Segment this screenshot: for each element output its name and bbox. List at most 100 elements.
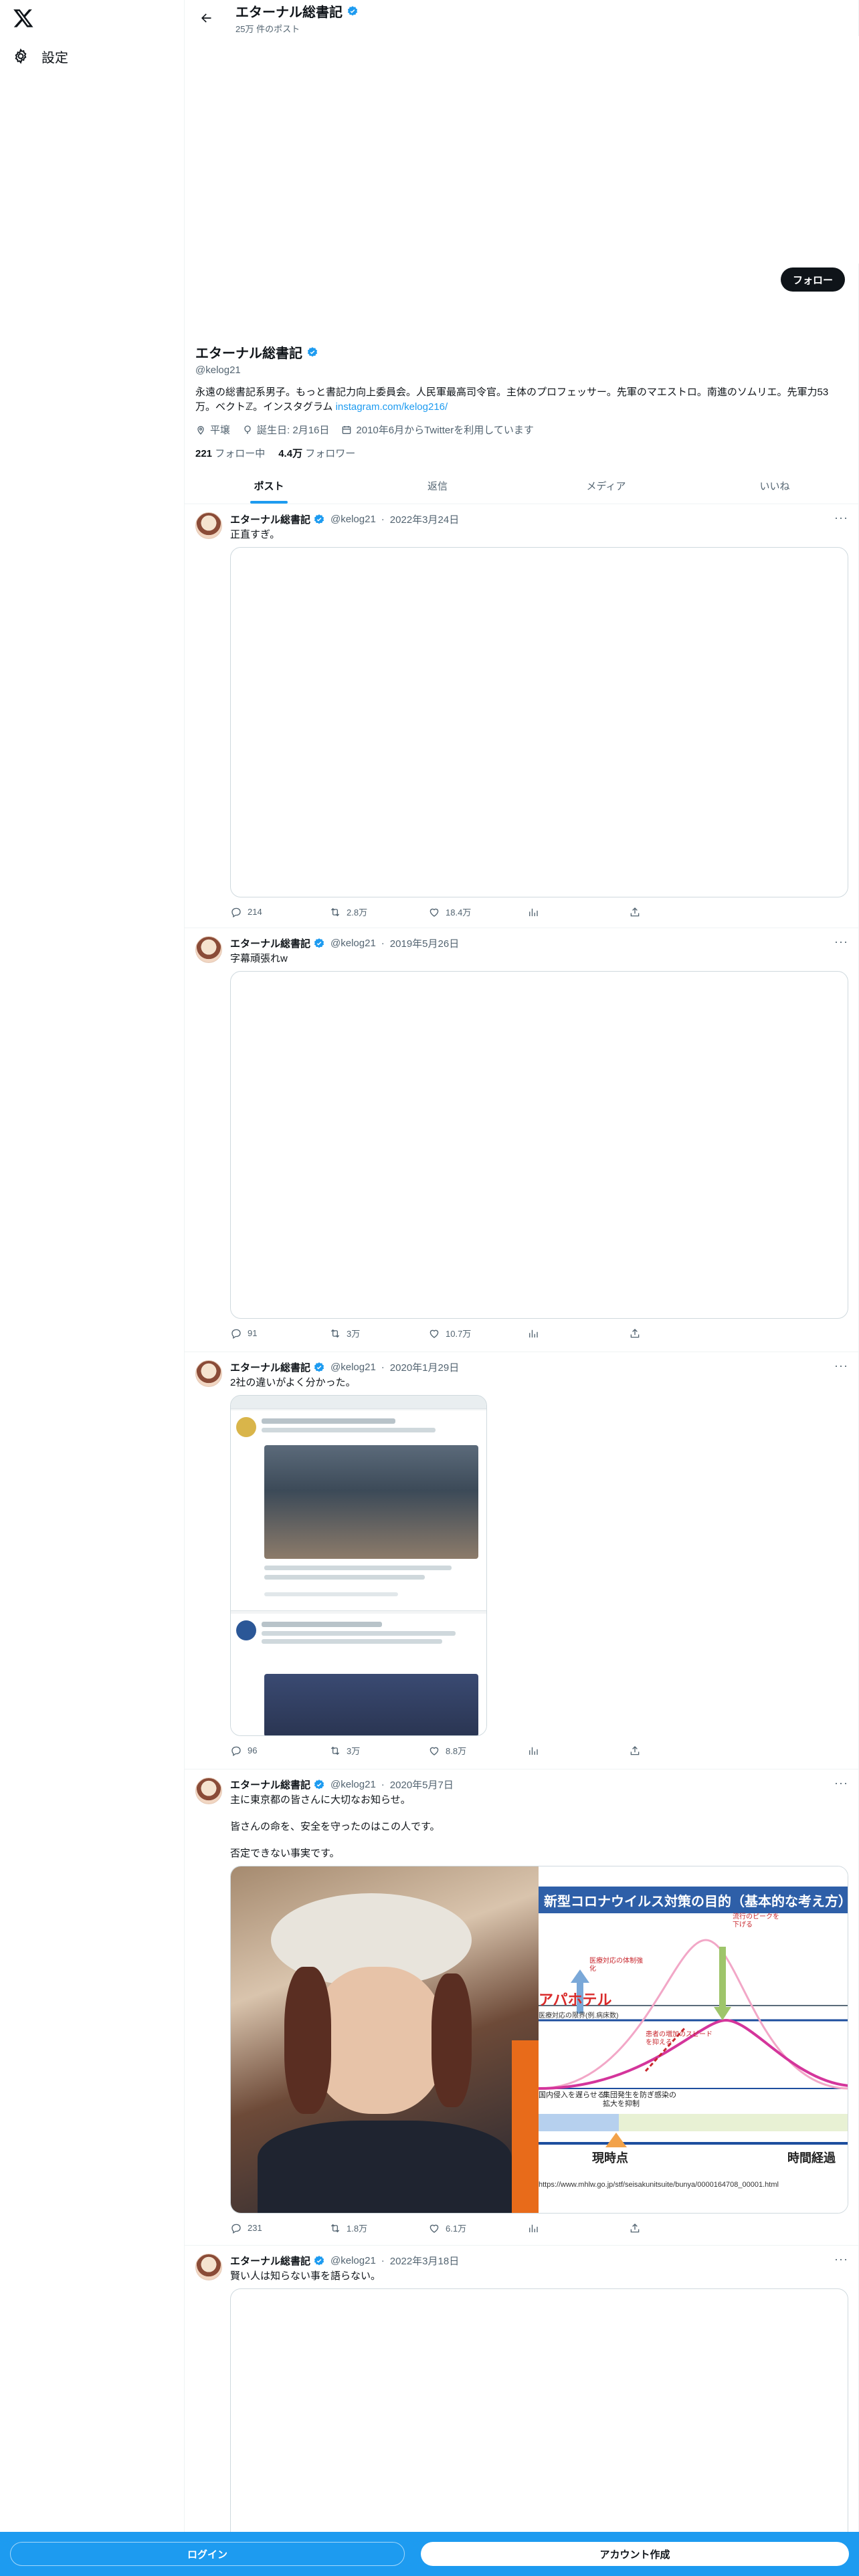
more-options-icon[interactable]: ··· <box>834 1776 848 1790</box>
tweet-author-name[interactable]: エターナル総書記 <box>230 936 310 950</box>
label-now: 現時点 <box>592 2151 628 2165</box>
tweet-actions: 231 1.8万 6.1万 <box>230 2222 728 2234</box>
tweet-date[interactable]: 2020年5月7日 <box>390 1778 454 1792</box>
reply-button[interactable]: 91 <box>230 1327 329 1339</box>
reply-count: 96 <box>248 1745 258 1755</box>
followers-label: フォロワー <box>305 448 356 459</box>
retweet-icon <box>330 1746 340 1755</box>
profile-tabs: ポスト 返信 メディア いいね <box>185 468 859 504</box>
more-options-icon[interactable]: ··· <box>834 2252 848 2266</box>
joined-item: 2010年6月からTwitterを利用しています <box>341 423 534 437</box>
follow-button[interactable]: フォロー <box>780 267 845 292</box>
reply-button[interactable]: 231 <box>230 2222 329 2234</box>
login-button[interactable]: ログイン <box>10 2542 405 2566</box>
tweet-header: エターナル総書記 @kelog21 · 2022年3月18日 <box>230 2254 460 2268</box>
retweet-count: 1.8万 <box>347 2224 368 2234</box>
tweet-text: 字幕頑張れw <box>230 953 288 964</box>
avatar[interactable] <box>195 2254 222 2280</box>
tweet-date[interactable]: 2020年1月29日 <box>390 1360 459 1374</box>
bio-text: 永遠の総書記系男子。もっと書記力向上委員会。人民軍最高司令官。主体のプロフェッサ… <box>195 387 829 413</box>
tweet-date[interactable]: 2019年5月26日 <box>390 936 459 950</box>
tweet-author-name[interactable]: エターナル総書記 <box>230 1778 310 1792</box>
birthday-text: 誕生日: 2月16日 <box>257 425 330 436</box>
header-name-text: エターナル総書記 <box>235 5 343 20</box>
avatar[interactable] <box>195 512 222 539</box>
avatar[interactable] <box>195 936 222 963</box>
retweet-button[interactable]: 3万 <box>329 1327 428 1339</box>
chart-icon <box>529 908 538 916</box>
following-count: 221 <box>195 448 213 459</box>
tweet-author-name[interactable]: エターナル総書記 <box>230 512 310 526</box>
signup-button[interactable]: アカウント作成 <box>421 2542 849 2566</box>
screenshot-strip <box>231 1396 486 1409</box>
tweet[interactable]: エターナル総書記 @kelog21 · 2020年5月7日 ··· 主に東京都の… <box>185 1769 859 2246</box>
settings-link[interactable]: 設定 <box>12 41 68 71</box>
tweet-author-name[interactable]: エターナル総書記 <box>230 1360 310 1374</box>
share-button[interactable] <box>629 1327 728 1339</box>
heart-icon <box>430 2224 439 2233</box>
reply-button[interactable]: 96 <box>230 1744 329 1757</box>
verified-badge-icon <box>347 5 358 15</box>
profile-name: エターナル総書記 <box>195 342 848 362</box>
tab-replies[interactable]: 返信 <box>353 468 522 504</box>
verified-badge-icon <box>314 1779 324 1789</box>
more-options-icon[interactable]: ··· <box>834 935 848 949</box>
avatar[interactable] <box>195 1360 222 1387</box>
chart-icon <box>529 1747 538 1755</box>
like-button[interactable]: 8.8万 <box>428 1744 527 1757</box>
tweet-actions: 96 3万 8.8万 <box>230 1744 728 1757</box>
reply-icon <box>231 2224 241 2234</box>
like-button[interactable]: 18.4万 <box>428 905 527 918</box>
reply-button[interactable]: 214 <box>230 905 329 918</box>
like-button[interactable]: 6.1万 <box>428 2222 527 2234</box>
more-options-icon[interactable]: ··· <box>834 511 848 525</box>
tweet[interactable]: エターナル総書記 @kelog21 · 2019年5月26日 ··· 字幕頑張れ… <box>185 928 859 1352</box>
verified-badge-icon <box>314 1362 324 1372</box>
profile-stats: 221 フォロー中 4.4万 フォロワー <box>195 446 848 460</box>
tab-likes[interactable]: いいね <box>690 468 859 504</box>
tweet-media-video[interactable] <box>230 547 848 897</box>
views-button[interactable] <box>527 1327 629 1339</box>
retweet-button[interactable]: 1.8万 <box>329 2222 428 2234</box>
verified-badge-icon <box>314 938 324 948</box>
avatar[interactable] <box>195 1778 222 1804</box>
tweet-media-images[interactable]: 新型コロナウイルス対策の目的（基本的な考え方） アパホテル 流行のピークを下げる… <box>230 1866 848 2214</box>
retweet-icon <box>330 2224 340 2232</box>
verified-badge-icon <box>314 2255 324 2265</box>
views-button[interactable] <box>527 1744 629 1757</box>
share-button[interactable] <box>629 1744 728 1757</box>
views-button[interactable] <box>527 905 629 918</box>
share-button[interactable] <box>629 2222 728 2234</box>
retweet-button[interactable]: 2.8万 <box>329 905 428 918</box>
like-button[interactable]: 10.7万 <box>428 1327 527 1339</box>
post-count: 25万 件のポスト <box>235 24 300 34</box>
tweet-date[interactable]: 2022年3月18日 <box>390 2254 459 2268</box>
tweet-media-video[interactable] <box>230 971 848 1319</box>
followers-stat[interactable]: 4.4万 フォロワー <box>278 446 355 460</box>
tweet[interactable]: エターナル総書記 @kelog21 · 2022年3月18日 ··· 賢い人は知… <box>185 2246 859 2576</box>
more-options-icon[interactable]: ··· <box>834 1359 848 1373</box>
chart-icon <box>529 2224 538 2232</box>
tweet-header: エターナル総書記 @kelog21 · 2022年3月24日 <box>230 512 460 526</box>
back-arrow-icon[interactable] <box>191 3 221 33</box>
views-button[interactable] <box>527 2222 629 2234</box>
share-icon <box>630 907 640 916</box>
retweet-icon <box>330 907 340 916</box>
tweet[interactable]: エターナル総書記 @kelog21 · 2022年3月24日 ··· 正直すぎ。… <box>185 504 859 928</box>
tweet[interactable]: エターナル総書記 @kelog21 · 2020年1月29日 ··· 2社の違い… <box>185 1352 859 1769</box>
tweet-handle: @kelog21 <box>330 1362 376 1373</box>
tweet-media-screenshot[interactable] <box>230 1395 487 1736</box>
x-logo-icon[interactable] <box>12 7 35 29</box>
bio-link[interactable]: instagram.com/kelog216/ <box>336 401 448 413</box>
following-stat[interactable]: 221 フォロー中 <box>195 446 265 460</box>
location-pin-icon <box>197 425 204 435</box>
tweet-author-name[interactable]: エターナル総書記 <box>230 2254 310 2268</box>
tweet-text: 主に東京都の皆さんに大切なお知らせ。 皆さんの命を、安全を守ったのはこの人です。… <box>230 1794 440 1859</box>
retweet-button[interactable]: 3万 <box>329 1744 428 1757</box>
share-button[interactable] <box>629 905 728 918</box>
tweet-date[interactable]: 2022年3月24日 <box>390 512 459 526</box>
tab-media[interactable]: メディア <box>522 468 690 504</box>
tab-posts[interactable]: ポスト <box>185 468 353 504</box>
label-a: 国内侵入を遅らせる <box>539 2091 605 2099</box>
tweet-handle: @kelog21 <box>330 2255 376 2266</box>
